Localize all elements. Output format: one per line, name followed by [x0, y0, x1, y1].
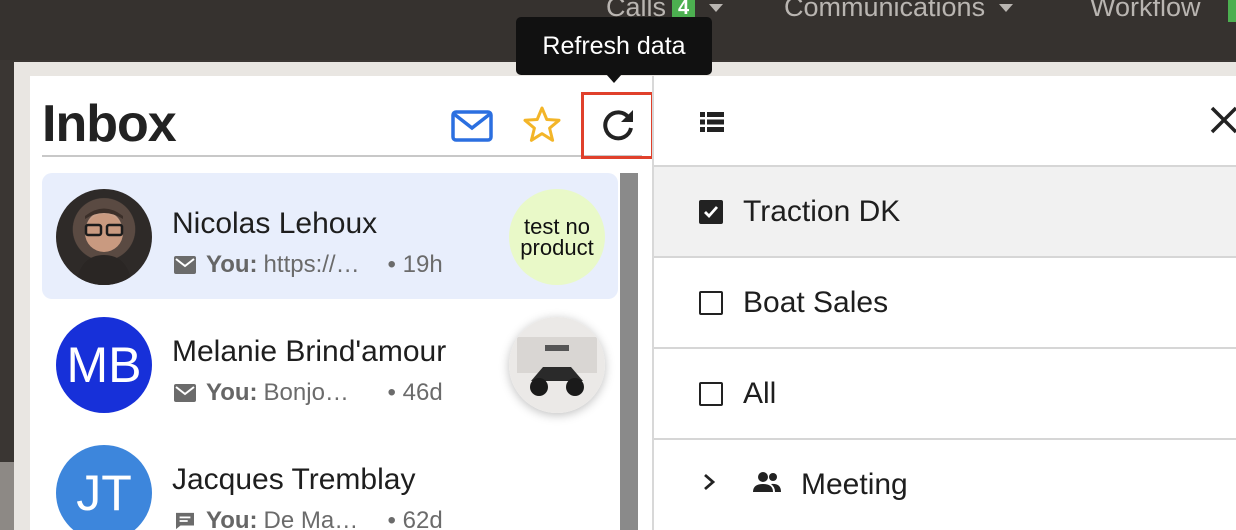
avatar: MB [56, 317, 152, 413]
chevron-down-icon [999, 3, 1014, 12]
sender-label: You: [206, 251, 258, 278]
filter-item-traction-dk[interactable]: Traction DK [654, 165, 1236, 256]
nav-communications-label: Communications [784, 0, 986, 22]
mail-icon [451, 110, 493, 142]
filter-item-boat-sales[interactable]: Boat Sales [654, 256, 1236, 347]
chat-icon [176, 512, 194, 530]
chevron-down-icon [709, 3, 724, 12]
nav-communications[interactable]: Communications [784, 0, 1014, 23]
filter-label: Boat Sales [743, 285, 889, 319]
checkbox[interactable] [699, 290, 723, 315]
last-message: You: https://… • 19h [174, 251, 443, 279]
tooltip-arrow [606, 74, 622, 83]
product-badge[interactable]: test no product [509, 189, 605, 285]
star-icon [523, 106, 561, 142]
refresh-tooltip: Refresh data [516, 17, 712, 75]
nav-workflow[interactable]: Workflow [1090, 0, 1201, 23]
sender-label: You: [206, 379, 258, 406]
checkbox[interactable] [699, 199, 723, 224]
refresh-button[interactable] [581, 92, 654, 159]
filter-label: All [743, 376, 777, 410]
side-strip [0, 462, 14, 530]
list-icon [700, 112, 724, 132]
list-view-button[interactable] [700, 112, 724, 137]
avatar [56, 189, 152, 285]
close-button[interactable] [1210, 104, 1236, 140]
conversation-item[interactable]: MB Melanie Brind'amour You: Bonjo… • 46d [42, 301, 618, 427]
message-preview: Bonjo… [263, 379, 349, 406]
message-time: • 19h [387, 251, 443, 278]
message-time: • 46d [387, 379, 443, 406]
last-message: You: De Ma… • 62d [174, 507, 443, 530]
people-icon [752, 471, 782, 498]
message-preview: https://… [263, 251, 360, 278]
last-message: You: Bonjo… • 46d [174, 379, 443, 407]
sender-label: You: [206, 507, 258, 530]
inbox-panel: Inbox Nicolas Lehoux You: https://… • 19… [30, 76, 654, 530]
product-thumbnail[interactable] [509, 317, 605, 413]
check-icon [704, 205, 719, 218]
mail-icon [174, 384, 196, 402]
title-divider [42, 155, 642, 157]
filter-panel: Traction DK Boat Sales All Meeting [652, 76, 1236, 530]
conversation-item[interactable]: JT Jacques Tremblay You: De Ma… • 62d [42, 429, 618, 530]
message-preview: De Ma… [263, 507, 359, 530]
close-icon [1210, 106, 1236, 134]
conversation-list: Nicolas Lehoux You: https://… • 19h test… [42, 173, 618, 530]
contact-name: Melanie Brind'amour [172, 335, 447, 368]
nav-workflow-label: Workflow [1090, 0, 1201, 22]
contact-photo [76, 208, 132, 285]
mail-icon [174, 256, 196, 274]
message-time: • 62d [387, 507, 443, 530]
atv-photo [509, 317, 605, 413]
checkbox[interactable] [699, 381, 723, 406]
contact-name: Nicolas Lehoux [172, 207, 378, 240]
filter-item-all[interactable]: All [654, 347, 1236, 438]
email-filter-button[interactable] [448, 106, 496, 146]
scrollbar[interactable] [620, 173, 638, 530]
conversation-item[interactable]: Nicolas Lehoux You: https://… • 19h test… [42, 173, 618, 299]
starred-filter-button[interactable] [520, 102, 564, 146]
filter-group-label: Meeting [801, 467, 908, 501]
contact-name: Jacques Tremblay [172, 463, 416, 496]
chevron-right-icon[interactable] [702, 472, 716, 497]
nav-badge-edge [1228, 0, 1236, 22]
filter-label: Traction DK [743, 194, 901, 228]
page-title: Inbox [42, 95, 177, 153]
refresh-icon [602, 109, 633, 140]
avatar: JT [56, 445, 152, 530]
filter-group-meeting[interactable]: Meeting [654, 438, 1236, 529]
